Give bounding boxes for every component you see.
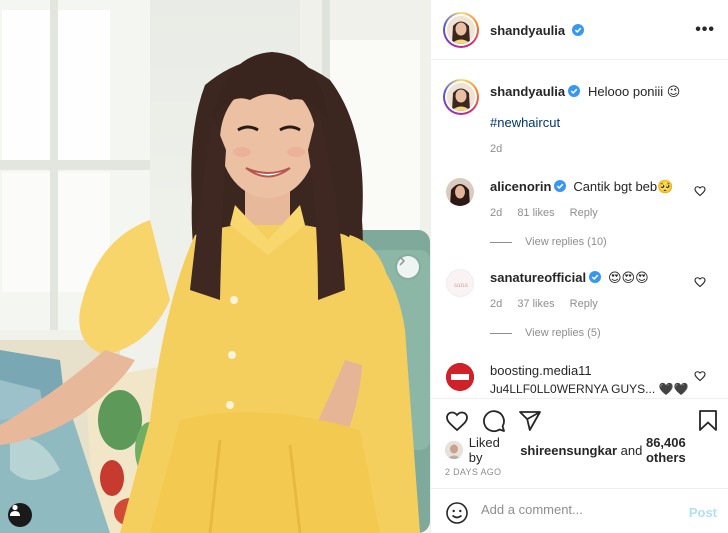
view-replies-label: View replies (10) — [525, 236, 607, 248]
user-tags-button[interactable] — [8, 503, 32, 527]
verified-badge-icon — [589, 270, 602, 283]
view-replies-label: View replies (5) — [525, 327, 601, 339]
comment-item: alicenorin Cantik bgt beb🥺 2d 81 likes R… — [443, 178, 723, 248]
author-name-row: shandyaulia — [490, 22, 585, 38]
heart-icon[interactable] — [445, 409, 469, 433]
paper-plane-icon[interactable] — [518, 409, 542, 433]
svg-text:sana: sana — [454, 282, 469, 289]
action-bar — [431, 398, 728, 440]
comment-likes[interactable]: 81 likes — [517, 207, 554, 219]
photo-illustration — [0, 0, 430, 533]
add-comment-bar: Post — [431, 488, 728, 533]
post-date[interactable]: 2 DAYS AGO — [445, 467, 501, 477]
divider — [490, 241, 512, 243]
comment-likes[interactable]: 37 likes — [517, 298, 554, 310]
smiley-icon[interactable] — [445, 501, 469, 525]
verified-badge-icon — [572, 23, 585, 36]
view-replies-button[interactable]: View replies (5) — [490, 327, 601, 339]
comment-body: alicenorin Cantik bgt beb🥺 2d 81 likes R… — [490, 178, 690, 219]
comment-like-heart-icon[interactable] — [694, 275, 706, 288]
post-comment-button[interactable]: Post — [689, 505, 717, 520]
comment-input[interactable] — [481, 502, 671, 517]
bookmark-icon[interactable] — [696, 409, 720, 433]
caption-age[interactable]: 2d — [490, 143, 502, 155]
comment-text: Cantik bgt beb🥺 — [573, 179, 674, 194]
comment-body: boosting.media11 Ju4LLF0LL0WERNYA GUYS..… — [490, 363, 700, 396]
comment-username[interactable]: sanatureofficial — [490, 270, 586, 285]
comment-text: Ju4LLF0LL0WERNYA GUYS... 🖤🖤 — [490, 382, 689, 396]
likes-prefix: Liked by — [468, 435, 500, 465]
view-replies-button[interactable]: View replies (10) — [490, 236, 607, 248]
comment-meta: 2d 81 likes Reply — [490, 207, 690, 219]
likes-and: and — [620, 442, 643, 458]
comment-username: boosting.media11 — [490, 363, 700, 378]
comment-age[interactable]: 2d — [490, 207, 502, 219]
caption-hashtag[interactable]: #newhaircut — [490, 115, 560, 130]
author-username[interactable]: shandyaulia — [490, 23, 565, 38]
divider — [490, 332, 512, 334]
comments-list[interactable]: shandyaulia Helooo poniii 😉 #newhaircut … — [431, 61, 728, 398]
likes-summary: Liked by shireensungkar and 86,406 other… — [445, 435, 728, 465]
comment-reply-button[interactable]: Reply — [570, 298, 598, 310]
comment-body: sanatureofficial 😍😍😍 2d 37 likes Reply — [490, 269, 690, 310]
instagram-post: shandyaulia ••• shandyaulia Helooo ponii… — [0, 0, 728, 533]
next-photo-button[interactable] — [397, 256, 419, 278]
comment-item: boosting.media11 Ju4LLF0LL0WERNYA GUYS..… — [443, 363, 723, 398]
comment-text: 😍😍😍 — [607, 270, 649, 285]
comment-avatar[interactable] — [446, 363, 474, 391]
comment-username[interactable]: alicenorin — [490, 179, 551, 194]
post-side-panel: shandyaulia ••• shandyaulia Helooo ponii… — [430, 0, 728, 533]
comment-avatar[interactable]: sana — [446, 269, 474, 297]
comment-reply-button[interactable]: Reply — [570, 207, 598, 219]
verified-badge-icon — [568, 84, 581, 97]
more-options-button[interactable]: ••• — [695, 21, 715, 39]
liker-avatar[interactable] — [445, 441, 463, 459]
comment-age[interactable]: 2d — [490, 298, 502, 310]
comment-username-text[interactable]: boosting.media11 — [490, 363, 592, 378]
comment-like-heart-icon[interactable] — [694, 184, 706, 197]
comment-avatar[interactable] — [446, 178, 474, 206]
liker-username[interactable]: shireensungkar — [520, 443, 617, 458]
comment-like-heart-icon[interactable] — [694, 369, 706, 382]
caption-text: Helooo poniii 😉 — [588, 84, 681, 99]
comment-item: sana sanatureofficial 😍😍😍 2d 37 likes Re… — [443, 269, 723, 339]
likes-count[interactable]: 86,406 others — [646, 435, 728, 465]
comment-meta: 2d 37 likes Reply — [490, 298, 690, 310]
verified-badge-icon — [554, 179, 567, 192]
caption-username[interactable]: shandyaulia — [490, 84, 565, 99]
caption: shandyaulia Helooo poniii 😉 — [490, 83, 715, 100]
post-photo[interactable] — [0, 0, 430, 533]
comment-bubble-icon[interactable] — [482, 409, 506, 433]
post-header: shandyaulia ••• — [431, 0, 728, 60]
author-avatar[interactable] — [443, 12, 479, 48]
caption-avatar[interactable] — [443, 79, 479, 115]
